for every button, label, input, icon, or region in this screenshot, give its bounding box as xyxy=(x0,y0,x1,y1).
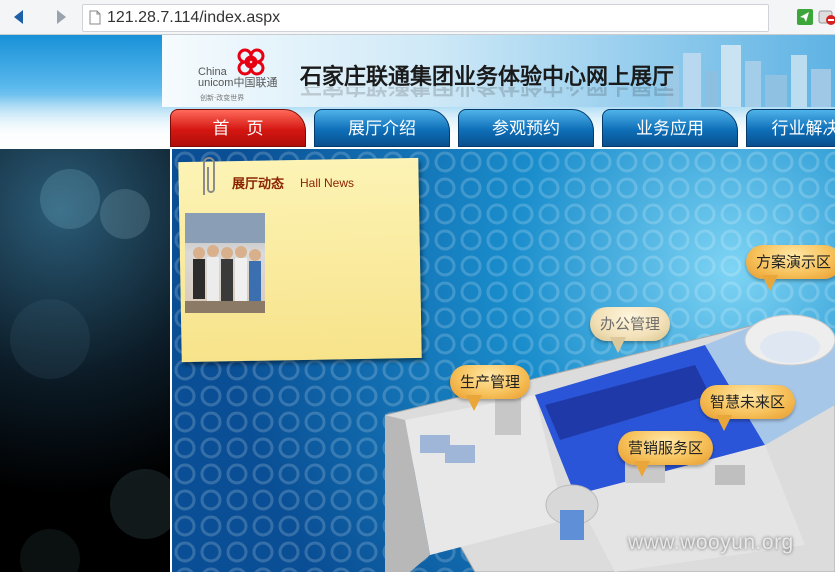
logo-slogan: 创新·改变世界 xyxy=(200,94,245,102)
zone-office-management[interactable]: 办公管理 xyxy=(590,307,671,353)
forward-button[interactable] xyxy=(50,6,72,28)
logo-text: China unicom中国联通 xyxy=(198,66,278,89)
forward-arrow-icon xyxy=(57,10,66,24)
zone-smart-future-label: 智慧未来区 xyxy=(710,393,786,411)
tab-hall-intro[interactable]: 展厅介绍 xyxy=(314,109,450,147)
zone-scheme-demo[interactable]: 方案演示区 xyxy=(746,245,835,291)
watermark-text: www.wooyun.org xyxy=(628,531,794,554)
url-input[interactable] xyxy=(105,6,749,30)
left-bokeh-background xyxy=(0,149,180,572)
address-bar[interactable] xyxy=(82,4,769,32)
site-title-reflection: 石家庄联通集团业务体验中心网上展厅 xyxy=(300,87,674,103)
back-button[interactable] xyxy=(8,6,30,28)
zone-marketing-service[interactable]: 营销服务区 xyxy=(618,431,714,477)
tab-visit-booking[interactable]: 参观预约 xyxy=(458,109,594,147)
tab-business-apps[interactable]: 业务应用 xyxy=(602,109,738,147)
hall-news-title[interactable]: 展厅动态 xyxy=(232,173,284,192)
zone-smart-future[interactable]: 智慧未来区 xyxy=(700,385,796,431)
zone-marketing-service-label: 营销服务区 xyxy=(628,439,704,457)
page-icon xyxy=(89,10,101,25)
zone-production-management[interactable]: 生产管理 xyxy=(450,365,531,411)
china-unicom-logo: China unicom中国联通 创新·改变世界 xyxy=(198,45,288,107)
extension-share-icon[interactable] xyxy=(796,8,814,26)
extension-block-icon[interactable] xyxy=(818,8,835,26)
hall-news-subtitle: Hall News xyxy=(300,176,355,190)
zone-production-management-label: 生产管理 xyxy=(460,373,521,391)
news-photo[interactable] xyxy=(185,213,265,313)
browser-toolbar xyxy=(0,0,835,35)
paperclip-icon xyxy=(203,157,215,195)
page-content: China unicom中国联通 创新·改变世界 石家庄联通集团业务体验中心网上… xyxy=(0,35,835,572)
zone-scheme-demo-label: 方案演示区 xyxy=(756,253,832,271)
people-photo-graphic xyxy=(185,213,265,313)
zone-office-management-label: 办公管理 xyxy=(600,315,661,333)
tab-industry-solutions[interactable]: 行业解决方 xyxy=(746,109,835,147)
city-skyline-graphic xyxy=(665,45,831,107)
tab-home[interactable]: 首 页 xyxy=(170,109,306,147)
back-arrow-icon xyxy=(14,10,23,24)
